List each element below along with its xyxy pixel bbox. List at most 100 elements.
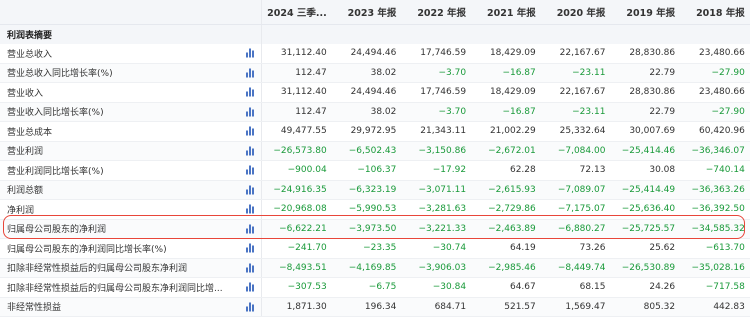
table-row: 净利润−20,968.08−5,990.53−3,281.63−2,729.86… <box>0 200 750 220</box>
table-cell: 49,477.55 <box>262 126 332 136</box>
table-row: 营业总收入31,112.4024,494.4617,746.5918,429.0… <box>0 44 750 64</box>
table-cell: 18,429.09 <box>471 48 541 58</box>
bar-chart-icon[interactable] <box>246 244 255 253</box>
table-cell: 30.08 <box>610 165 680 175</box>
table-cell: −26,573.80 <box>262 146 332 156</box>
table-cell: −23.35 <box>332 243 402 253</box>
column-header[interactable]: 2018 年报 <box>680 5 750 19</box>
table-row: 营业利润同比增长率(%)−900.04−106.37−17.9262.2872.… <box>0 161 750 181</box>
table-cell: −8,449.74 <box>541 263 611 273</box>
table-cell: −3,150.86 <box>401 146 471 156</box>
bar-chart-icon[interactable] <box>246 88 255 97</box>
row-label: 扣除非经常性损益后的归属母公司股东净利润同比增... <box>7 281 223 294</box>
table-cell: 521.57 <box>471 302 541 312</box>
section-title: 利润表摘要 <box>7 28 52 41</box>
row-label-cell: 营业总成本 <box>0 122 262 141</box>
profit-summary-table: 2024 三季... 2023 年报 2022 年报 2021 年报 2020 … <box>0 0 750 317</box>
row-label: 净利润 <box>7 203 34 216</box>
bar-chart-icon[interactable] <box>246 127 255 136</box>
table-cell: −24,916.35 <box>262 185 332 195</box>
bar-chart-icon[interactable] <box>246 107 255 116</box>
table-cell: 22.79 <box>610 107 680 117</box>
table-cell: −2,985.46 <box>471 263 541 273</box>
column-header[interactable]: 2020 年报 <box>541 5 611 19</box>
table-cell: 22,167.67 <box>541 87 611 97</box>
table-cell: −4,169.85 <box>332 263 402 273</box>
table-cell: −8,493.51 <box>262 263 332 273</box>
table-body: 营业总收入31,112.4024,494.4617,746.5918,429.0… <box>0 44 750 317</box>
bar-chart-icon[interactable] <box>246 49 255 58</box>
column-header[interactable]: 2024 三季... <box>262 5 332 19</box>
row-label-cell: 扣除非经常性损益后的归属母公司股东净利润同比增... <box>0 278 262 297</box>
table-cell: −30.74 <box>401 243 471 253</box>
table-cell: −25,414.46 <box>610 146 680 156</box>
table-cell: −900.04 <box>262 165 332 175</box>
table-cell: 62.28 <box>471 165 541 175</box>
table-cell: −7,089.07 <box>541 185 611 195</box>
table-cell: −307.53 <box>262 282 332 292</box>
bar-chart-icon[interactable] <box>246 185 255 194</box>
table-row: 非经常性损益1,871.30196.34684.71521.571,569.47… <box>0 298 750 317</box>
row-label: 营业利润同比增长率(%) <box>7 164 104 177</box>
table-cell: −3,973.50 <box>332 224 402 234</box>
bar-chart-icon[interactable] <box>246 205 255 214</box>
row-label: 营业总收入同比增长率(%) <box>7 66 113 79</box>
bar-chart-icon[interactable] <box>246 283 255 292</box>
table-cell: 60,420.96 <box>680 126 750 136</box>
table-cell: 805.32 <box>610 302 680 312</box>
table-cell: 24.26 <box>610 282 680 292</box>
table-cell: −6,502.43 <box>332 146 402 156</box>
table-cell: 31,112.40 <box>262 48 332 58</box>
table-cell: −27.90 <box>680 107 750 117</box>
row-label-cell: 营业收入 <box>0 83 262 102</box>
row-label-cell: 归属母公司股东的净利润同比增长率(%) <box>0 239 262 258</box>
table-cell: −34,585.32 <box>680 224 750 234</box>
table-cell: −25,414.49 <box>610 185 680 195</box>
table-cell: −3,906.03 <box>401 263 471 273</box>
table-cell: 196.34 <box>332 302 402 312</box>
table-cell: 1,569.47 <box>541 302 611 312</box>
row-label: 扣除非经常性损益后的归属母公司股东净利润 <box>7 261 187 274</box>
table-cell: −740.14 <box>680 165 750 175</box>
column-header[interactable]: 2023 年报 <box>332 5 402 19</box>
table-cell: 442.83 <box>680 302 750 312</box>
bar-chart-icon[interactable] <box>246 302 255 311</box>
table-cell: −6,622.21 <box>262 224 332 234</box>
table-cell: 30,007.69 <box>610 126 680 136</box>
table-cell: −241.70 <box>262 243 332 253</box>
column-header[interactable]: 2021 年报 <box>471 5 541 19</box>
table-row: 利润总额−24,916.35−6,323.19−3,071.11−2,615.9… <box>0 181 750 201</box>
column-header[interactable]: 2019 年报 <box>610 5 680 19</box>
table-row: 归属母公司股东的净利润−6,622.21−3,973.50−3,221.33−2… <box>0 220 750 240</box>
row-label-cell: 归属母公司股东的净利润 <box>0 220 262 239</box>
bar-chart-icon[interactable] <box>246 146 255 155</box>
table-cell: −30.84 <box>401 282 471 292</box>
table-cell: 25,332.64 <box>541 126 611 136</box>
bar-chart-icon[interactable] <box>246 263 255 272</box>
row-label: 营业总收入 <box>7 47 52 60</box>
bar-chart-icon[interactable] <box>246 166 255 175</box>
table-cell: −16.87 <box>471 107 541 117</box>
table-cell: 18,429.09 <box>471 87 541 97</box>
table-cell: −27.90 <box>680 68 750 78</box>
table-header: 2024 三季... 2023 年报 2022 年报 2021 年报 2020 … <box>0 0 750 25</box>
table-cell: −2,463.89 <box>471 224 541 234</box>
row-label-cell: 营业利润同比增长率(%) <box>0 161 262 180</box>
table-cell: 29,972.95 <box>332 126 402 136</box>
table-cell: 1,871.30 <box>262 302 332 312</box>
table-cell: −2,615.93 <box>471 185 541 195</box>
table-cell: −23.11 <box>541 107 611 117</box>
bar-chart-icon[interactable] <box>246 68 255 77</box>
table-cell: −3,281.63 <box>401 204 471 214</box>
row-label-cell: 扣除非经常性损益后的归属母公司股东净利润 <box>0 259 262 278</box>
table-cell: −613.70 <box>680 243 750 253</box>
table-cell: 38.02 <box>332 68 402 78</box>
column-header[interactable]: 2022 年报 <box>401 5 471 19</box>
table-row: 扣除非经常性损益后的归属母公司股东净利润同比增... −307.53−6.75−3… <box>0 278 750 298</box>
table-cell: 68.15 <box>541 282 611 292</box>
table-cell: 64.67 <box>471 282 541 292</box>
table-row: 营业利润−26,573.80−6,502.43−3,150.86−2,672.0… <box>0 142 750 162</box>
section-row: 利润表摘要 <box>0 25 750 44</box>
table-cell: −6.75 <box>332 282 402 292</box>
bar-chart-icon[interactable] <box>246 224 255 233</box>
